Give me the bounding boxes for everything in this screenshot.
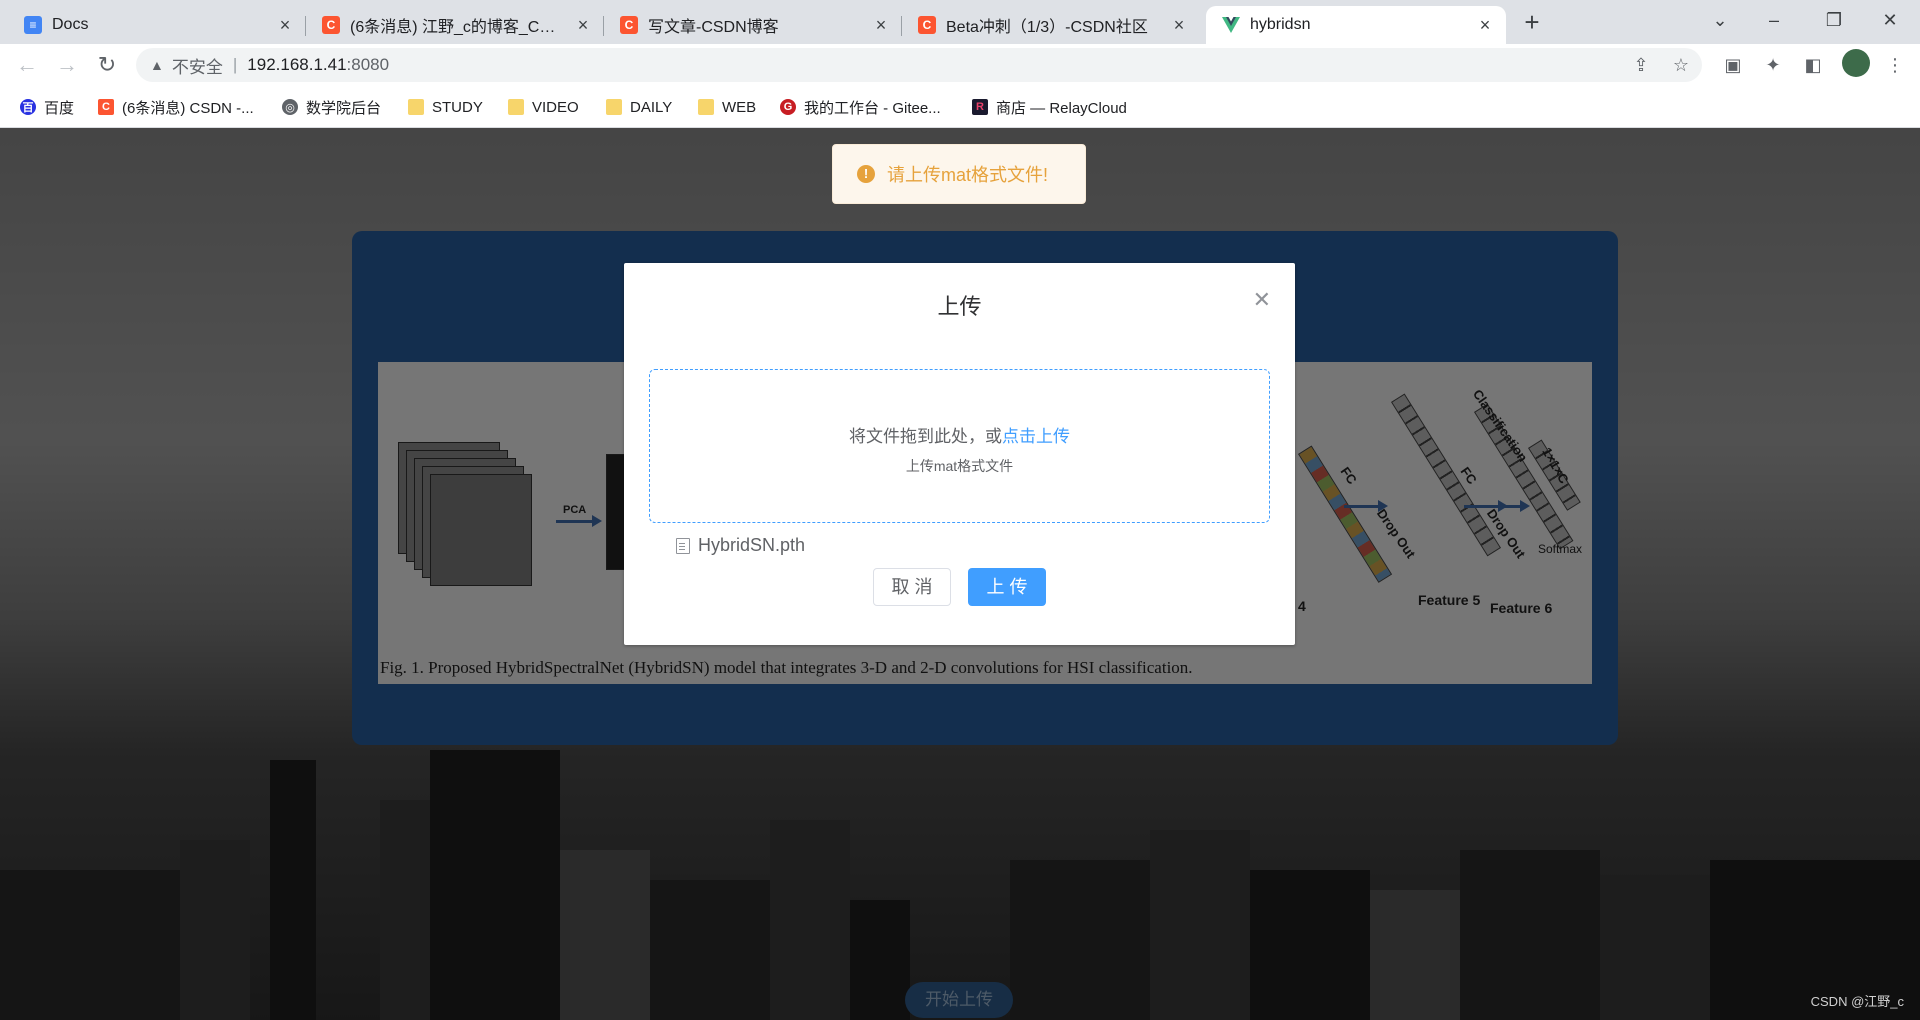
- bookmark-label: STUDY: [432, 98, 483, 116]
- bookmarks-bar: 百百度 C (6条消息) CSDN -... ◎ 数学院后台 STUDY VIDEO…: [0, 86, 1920, 128]
- back-icon[interactable]: ←: [12, 50, 42, 80]
- tab-strip: ≡ Docs × C (6条消息) 江野_c的博客_CSDN博客 × C 写文章…: [0, 0, 1920, 44]
- dialog-title: 上传: [937, 294, 982, 319]
- close-icon[interactable]: ✕: [1253, 289, 1271, 311]
- bookmark-label: 我的工作台 - Gitee...: [804, 99, 941, 117]
- click-upload-link[interactable]: 点击上传: [1002, 427, 1070, 446]
- csdn-icon: C: [620, 16, 638, 34]
- address-bar[interactable]: ▲ 不安全 | 192.168.1.41:8080 ⇪ ☆: [136, 48, 1702, 82]
- docs-icon: ≡: [24, 16, 42, 34]
- upload-dropzone[interactable]: 将文件拖到此处，或点击上传 上传mat格式文件: [649, 369, 1270, 523]
- file-name: HybridSN.pth: [698, 535, 806, 555]
- side-panel-icon[interactable]: ◧: [1798, 50, 1828, 80]
- vue-icon: [1222, 16, 1240, 34]
- globe-icon: ◎: [282, 99, 298, 115]
- bookmark-label: 数学院后台: [306, 99, 382, 117]
- tab-hybridsn[interactable]: hybridsn ×: [1206, 6, 1506, 44]
- extension-icon[interactable]: ▣: [1718, 50, 1748, 80]
- document-icon: [676, 537, 690, 554]
- cancel-button[interactable]: 取 消: [873, 568, 951, 606]
- folder-icon: [698, 99, 714, 115]
- close-icon[interactable]: ×: [574, 16, 592, 34]
- insecure-label: 不安全: [171, 57, 223, 77]
- bookmark-label: (6条消息) CSDN -...: [122, 99, 254, 117]
- forward-icon[interactable]: →: [52, 50, 82, 80]
- bookmark-math-admin[interactable]: ◎ 数学院后台: [282, 96, 381, 118]
- bookmark-label: 商店 — RelayCloud: [996, 99, 1127, 117]
- bookmark-daily[interactable]: DAILY: [606, 96, 672, 118]
- close-window-button[interactable]: ✕: [1870, 4, 1910, 36]
- bookmark-label: WEB: [722, 98, 757, 116]
- watermark: CSDN @江野_c: [1810, 994, 1904, 1009]
- share-icon[interactable]: ⇪: [1626, 50, 1656, 80]
- tab-title: Docs: [52, 16, 89, 33]
- folder-icon: [408, 99, 424, 115]
- bookmark-video[interactable]: VIDEO: [508, 96, 579, 118]
- csdn-icon: C: [98, 99, 114, 115]
- bookmark-csdn[interactable]: C (6条消息) CSDN -...: [98, 96, 254, 118]
- bookmark-label: 百度: [44, 99, 75, 117]
- tab-title: (6条消息) 江野_c的博客_CSDN博客: [350, 19, 564, 36]
- warning-icon[interactable]: ▲: [150, 57, 164, 73]
- close-icon[interactable]: ×: [1476, 16, 1494, 34]
- bookmark-study[interactable]: STUDY: [408, 96, 483, 118]
- close-icon[interactable]: ×: [1170, 16, 1188, 34]
- address-port: :8080: [346, 55, 390, 74]
- tab-docs[interactable]: ≡ Docs ×: [8, 6, 306, 44]
- tab-csdn-write[interactable]: C 写文章-CSDN博客 ×: [604, 6, 902, 44]
- extensions-puzzle-icon[interactable]: ✦: [1758, 50, 1788, 80]
- minimize-button[interactable]: –: [1754, 4, 1794, 36]
- close-icon[interactable]: ×: [872, 16, 890, 34]
- bookmark-gitee[interactable]: G 我的工作台 - Gitee...: [780, 96, 941, 118]
- address-host: 192.168.1.41: [247, 55, 347, 74]
- tab-csdn-community[interactable]: C Beta冲刺（1/3）-CSDN社区 ×: [902, 6, 1200, 44]
- csdn-icon: C: [322, 16, 340, 34]
- csdn-icon: C: [918, 16, 936, 34]
- relaycloud-icon: R: [972, 99, 988, 115]
- tab-title: Beta冲刺（1/3）-CSDN社区: [946, 19, 1148, 36]
- tab-search-icon[interactable]: ⌄: [1700, 4, 1740, 36]
- warning-icon: !: [857, 165, 875, 183]
- close-icon[interactable]: ×: [276, 16, 294, 34]
- tab-title: 写文章-CSDN博客: [648, 19, 779, 36]
- bookmark-star-icon[interactable]: ☆: [1666, 50, 1696, 80]
- tab-title: hybridsn: [1250, 16, 1311, 33]
- baidu-icon: 百: [20, 99, 36, 115]
- bookmark-label: VIDEO: [532, 98, 579, 116]
- folder-icon: [508, 99, 524, 115]
- bookmark-label: DAILY: [630, 98, 673, 116]
- page-viewport: PCA 4 FC Drop Out Feature 5 FC Drop Out …: [0, 128, 1920, 1020]
- new-tab-button[interactable]: +: [1518, 8, 1546, 36]
- gitee-icon: G: [780, 99, 796, 115]
- bookmark-baidu[interactable]: 百百度: [20, 96, 74, 118]
- profile-avatar[interactable]: [1842, 49, 1870, 77]
- file-list-item[interactable]: HybridSN.pth: [676, 535, 805, 556]
- browser-toolbar: ← → ↻ ▲ 不安全 | 192.168.1.41:8080 ⇪ ☆ ▣ ✦ …: [0, 44, 1920, 86]
- toast-message: 请上传mat格式文件!: [887, 165, 1049, 185]
- address-separator: |: [232, 55, 238, 74]
- upload-button[interactable]: 上 传: [968, 568, 1046, 606]
- drop-text: 将文件拖到此处，或: [849, 427, 1002, 446]
- tab-csdn-blog[interactable]: C (6条消息) 江野_c的博客_CSDN博客 ×: [306, 6, 604, 44]
- bookmark-web[interactable]: WEB: [698, 96, 756, 118]
- warning-toast: ! 请上传mat格式文件!: [832, 144, 1086, 204]
- reload-icon[interactable]: ↻: [92, 50, 122, 80]
- upload-dialog: 上传 ✕ 将文件拖到此处，或点击上传 上传mat格式文件 HybridSN.pt…: [624, 263, 1295, 645]
- upload-tip: 上传mat格式文件: [905, 458, 1014, 474]
- upload-text: 将文件拖到此处，或点击上传: [650, 422, 1269, 447]
- menu-icon[interactable]: ⋮: [1880, 50, 1910, 80]
- folder-icon: [606, 99, 622, 115]
- bookmark-relaycloud[interactable]: R 商店 — RelayCloud: [972, 96, 1127, 118]
- restore-button[interactable]: ❐: [1814, 4, 1854, 36]
